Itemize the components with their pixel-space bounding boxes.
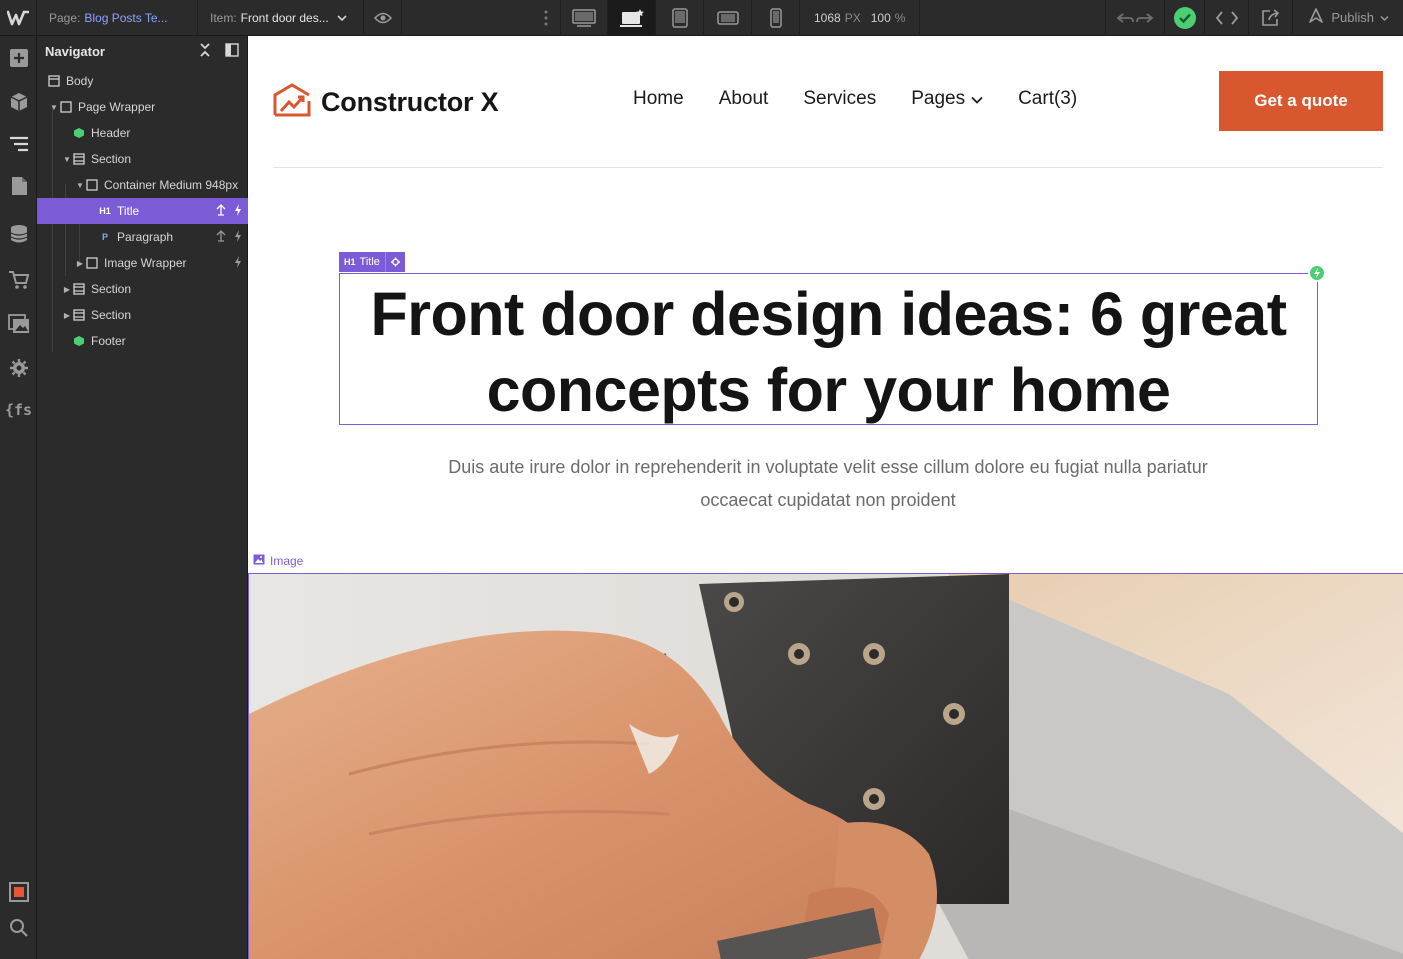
- image-icon: [253, 554, 265, 568]
- div-block-icon: [59, 100, 73, 114]
- caret-right-icon[interactable]: ▶: [75, 259, 85, 268]
- tree-item-image-wrapper[interactable]: ▶ Image Wrapper: [37, 250, 248, 276]
- caret-down-icon[interactable]: ▼: [75, 181, 85, 190]
- search-icon[interactable]: [0, 910, 37, 946]
- tree-item-page-wrapper[interactable]: ▼ Page Wrapper: [37, 94, 248, 120]
- webflow-logo-icon[interactable]: [0, 0, 37, 36]
- breakpoint-portrait-phone-icon[interactable]: [752, 0, 800, 36]
- left-tool-rail: {fs: [0, 36, 37, 959]
- ecommerce-cart-icon[interactable]: [0, 262, 37, 298]
- dock-panel-icon[interactable]: [225, 42, 239, 60]
- symbol-cube-icon: [72, 334, 86, 348]
- chevron-down-icon: [337, 11, 347, 25]
- page-title[interactable]: Front door design ideas: 6 great concept…: [339, 276, 1318, 428]
- add-elements-icon[interactable]: [0, 40, 37, 76]
- symbols-cube-icon[interactable]: [0, 84, 37, 120]
- image-element-label: Image: [253, 554, 303, 568]
- hinge-photo-image: [249, 574, 1403, 959]
- assets-images-icon[interactable]: [0, 306, 37, 342]
- design-canvas[interactable]: Constructor X Home About Services Pages …: [248, 36, 1403, 959]
- navigator-icon[interactable]: [0, 126, 37, 162]
- more-options-icon[interactable]: [532, 0, 560, 36]
- navigator-header: Navigator: [37, 36, 247, 66]
- status-check-icon[interactable]: [1165, 0, 1206, 36]
- brand-name: Constructor X: [321, 87, 499, 117]
- tree-item-paragraph[interactable]: P Paragraph: [37, 224, 248, 250]
- caret-right-icon[interactable]: ▶: [62, 285, 72, 294]
- interaction-bolt-icon[interactable]: [1308, 264, 1326, 282]
- chevron-down-icon: [1380, 10, 1389, 25]
- gear-icon[interactable]: [384, 252, 405, 272]
- nav-link-services[interactable]: Services: [803, 88, 876, 110]
- rocket-icon: [1307, 8, 1325, 27]
- caret-down-icon[interactable]: ▼: [62, 155, 72, 164]
- top-toolbar: Page: Blog Posts Te... Item: Front door …: [0, 0, 1403, 36]
- navigator-panel: Navigator Body ▼ Page Wrapper Header ▼ S…: [37, 36, 248, 959]
- cms-database-icon[interactable]: [0, 216, 37, 252]
- intro-paragraph[interactable]: Duis aute irure dolor in reprehenderit i…: [428, 451, 1228, 517]
- hero-image[interactable]: [248, 573, 1403, 959]
- site-header[interactable]: Constructor X Home About Services Pages …: [273, 71, 1383, 168]
- section-icon: [72, 152, 86, 166]
- breakpoint-landscape-phone-icon[interactable]: [704, 0, 752, 36]
- breakpoint-desktop-xl-icon[interactable]: [560, 0, 608, 36]
- tree-item-container[interactable]: ▼ Container Medium 948px: [37, 172, 248, 198]
- tree-item-section[interactable]: ▼ Section: [37, 146, 248, 172]
- undo-redo-icon[interactable]: [1105, 0, 1166, 36]
- selected-element-tag[interactable]: H1 Title: [339, 252, 405, 272]
- container-icon: [85, 178, 99, 192]
- paragraph-tag: P: [101, 232, 108, 242]
- finsweet-fs-icon[interactable]: {fs: [0, 392, 37, 428]
- code-export-icon[interactable]: [1205, 0, 1250, 36]
- interaction-bolt-icon[interactable]: [234, 255, 242, 271]
- interaction-bolt-icon[interactable]: [234, 229, 242, 245]
- nav-link-home[interactable]: Home: [633, 88, 684, 110]
- caret-down-icon[interactable]: ▼: [49, 103, 59, 112]
- heading-tag: H1: [344, 257, 356, 267]
- interaction-bolt-icon[interactable]: [234, 203, 242, 219]
- chevron-down-icon: [971, 88, 983, 110]
- share-icon[interactable]: [1249, 0, 1294, 36]
- tree-item-footer[interactable]: Footer: [37, 328, 248, 354]
- nav-link-pages: Pages: [911, 88, 966, 109]
- tree-item-section[interactable]: ▶ Section: [37, 302, 248, 328]
- div-block-icon: [85, 256, 99, 270]
- element-settings-icon[interactable]: [216, 203, 226, 219]
- get-quote-button[interactable]: Get a quote: [1219, 71, 1383, 131]
- pages-icon[interactable]: [0, 168, 37, 204]
- preview-eye-icon[interactable]: [364, 0, 402, 36]
- body-icon: [47, 74, 61, 88]
- element-settings-icon[interactable]: [216, 229, 226, 245]
- tree-item-title[interactable]: H1 Title: [37, 198, 248, 224]
- caret-right-icon[interactable]: ▶: [62, 311, 72, 320]
- brand-link[interactable]: Constructor X: [273, 83, 499, 122]
- heading-tag: H1: [99, 206, 111, 216]
- nav-link-about[interactable]: About: [719, 88, 769, 110]
- page-selector[interactable]: Page: Blog Posts Te...: [37, 0, 198, 36]
- house-logo-icon: [273, 83, 311, 122]
- nav-dropdown-pages[interactable]: Pages: [911, 88, 983, 110]
- main-nav: Home About Services Pages Cart(3): [633, 88, 1077, 110]
- collapse-all-icon[interactable]: [199, 42, 211, 60]
- section-icon: [72, 308, 86, 322]
- tree-item-section[interactable]: ▶ Section: [37, 276, 248, 302]
- breakpoint-tablet-icon[interactable]: [656, 0, 704, 36]
- settings-gear-icon[interactable]: [0, 350, 37, 386]
- breakpoint-desktop-base-icon[interactable]: [608, 0, 656, 36]
- canvas-size-readout: 1068 PX 100 %: [800, 0, 921, 36]
- symbol-cube-icon: [72, 126, 86, 140]
- tree-item-body[interactable]: Body: [37, 68, 248, 94]
- publish-button[interactable]: Publish: [1293, 0, 1403, 36]
- navigator-title: Navigator: [45, 43, 105, 59]
- section-icon: [72, 282, 86, 296]
- audit-panel-icon[interactable]: [0, 874, 37, 910]
- nav-link-cart[interactable]: Cart(3): [1018, 88, 1077, 110]
- cms-item-selector[interactable]: Item: Front door des...: [198, 0, 364, 36]
- tree-item-header[interactable]: Header: [37, 120, 248, 146]
